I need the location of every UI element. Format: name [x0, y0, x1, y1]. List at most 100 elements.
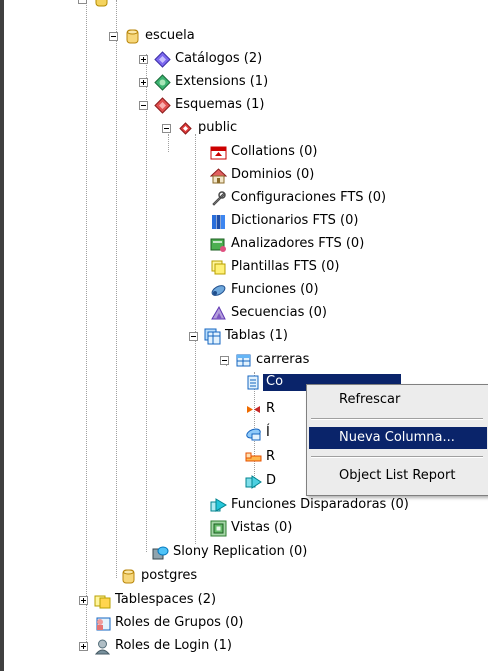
tree-item-label: Funciones (0)	[231, 282, 319, 297]
tree-item-label: Esquemas (1)	[175, 97, 265, 112]
fts-dictionary-icon	[210, 213, 227, 230]
tree-item-label: Co	[266, 374, 284, 389]
columns-icon	[245, 374, 262, 391]
fts-template-icon	[210, 259, 227, 276]
tree-item-vistas[interactable]: Vistas (0)	[210, 517, 292, 539]
tree-item-public[interactable]: public	[162, 117, 237, 139]
tree-item-analizadores-fts[interactable]: Analizadores FTS (0)	[210, 233, 364, 255]
tree-item-label: D	[266, 473, 277, 488]
database-icon	[120, 568, 137, 585]
tree-item-dominios[interactable]: Dominios (0)	[210, 164, 314, 186]
tree-item-restricciones[interactable]: R	[245, 446, 275, 468]
tree-item-label: carreras	[256, 352, 310, 367]
fts-config-icon	[210, 190, 227, 207]
collation-icon	[210, 144, 227, 161]
tree-item-label: postgres	[141, 568, 198, 583]
tree-item-label: Analizadores FTS (0)	[231, 236, 365, 251]
collapse-toggle[interactable]	[78, 0, 87, 4]
collapse-toggle[interactable]	[162, 123, 171, 133]
sequence-icon	[210, 305, 227, 322]
indexes-icon	[245, 425, 262, 442]
menu-item-label: Object List Report	[339, 468, 456, 483]
collapse-toggle[interactable]	[109, 31, 118, 41]
menu-item-nueva-columna[interactable]: Nueva Columna...	[309, 427, 487, 449]
function-icon	[210, 282, 227, 299]
triggers-icon	[245, 473, 262, 490]
tree-item-label: Tablespaces (2)	[115, 592, 217, 607]
tree-item-plantillas-fts[interactable]: Plantillas FTS (0)	[210, 256, 339, 278]
tree-item-label: R	[266, 401, 276, 416]
tree-item-roles-login[interactable]: Roles de Login (1)	[79, 635, 232, 657]
tree-line	[116, 0, 117, 578]
tree-item-label: Vistas (0)	[231, 520, 293, 535]
tree-item-label: Roles de Login (1)	[115, 638, 232, 653]
tree-item-esquemas[interactable]: Esquemas (1)	[139, 94, 264, 116]
collapse-toggle[interactable]	[189, 331, 198, 341]
tables-icon	[204, 328, 221, 345]
tree-item-label: escuela	[145, 28, 195, 43]
view-icon	[210, 520, 227, 537]
collapse-toggle[interactable]	[220, 355, 229, 365]
tree-item-label: Slony Replication (0)	[173, 544, 308, 559]
tree-item-escuela[interactable]: escuela	[109, 25, 195, 47]
panel-border	[0, 0, 4, 671]
tree-item-label: public	[198, 120, 238, 135]
menu-item-label: Nueva Columna...	[339, 430, 455, 445]
catalog-icon	[154, 50, 171, 68]
tree-item-label: Funciones Disparadoras (0)	[231, 497, 409, 512]
tree-item-label: Í	[266, 425, 270, 440]
tree-item-label: Catálogos (2)	[175, 51, 263, 66]
tree-line	[86, 0, 87, 650]
expand-toggle[interactable]	[139, 77, 148, 87]
database-icon	[93, 0, 110, 8]
rules-icon	[245, 401, 262, 418]
tree-item-dictionarios-fts[interactable]: Dictionarios FTS (0)	[210, 210, 358, 232]
tree-item-collations[interactable]: Collations (0)	[210, 141, 317, 163]
tree-item-reglas[interactable]: R	[245, 398, 275, 420]
tree-item-label: Dictionarios FTS (0)	[231, 213, 359, 228]
fts-parser-icon	[210, 236, 227, 253]
schemas-icon	[154, 96, 171, 114]
login-roles-icon	[94, 638, 111, 655]
database-icon	[124, 28, 141, 45]
tree-item-label: Plantillas FTS (0)	[231, 259, 340, 274]
tree-item-carreras[interactable]: carreras	[220, 349, 309, 371]
tree-item-label: Roles de Grupos (0)	[115, 615, 244, 630]
tree-item-config-fts[interactable]: Configuraciones FTS (0)	[210, 187, 386, 209]
tree-item-label: Tablas (1)	[225, 328, 288, 343]
expand-toggle[interactable]	[139, 54, 148, 64]
tree-item-columnas[interactable]: Co	[245, 371, 283, 393]
tree-item-disparadores[interactable]: D	[245, 470, 276, 492]
tree-item-slony[interactable]: Slony Replication (0)	[152, 541, 307, 563]
menu-separator	[311, 418, 483, 420]
tree-item-servers[interactable]	[78, 0, 114, 10]
tree-item-secuencias[interactable]: Secuencias (0)	[210, 302, 327, 324]
tree-item-label: R	[266, 449, 276, 464]
tree-item-label: Configuraciones FTS (0)	[231, 190, 387, 205]
expand-toggle[interactable]	[79, 595, 88, 605]
expand-toggle[interactable]	[79, 641, 88, 651]
extension-icon	[154, 73, 171, 91]
tree-item-indices[interactable]: Í	[245, 422, 270, 444]
tree-item-tablas[interactable]: Tablas (1)	[189, 325, 288, 347]
context-menu: Refrescar Nueva Columna... Object List R…	[306, 384, 488, 496]
table-icon	[235, 352, 252, 369]
tree-item-extensions[interactable]: Extensions (1)	[139, 71, 268, 93]
tree-item-roles-grupos[interactable]: Roles de Grupos (0)	[94, 612, 243, 634]
tree-item-label: Extensions (1)	[175, 74, 269, 89]
tree-item-funciones-disparadoras[interactable]: Funciones Disparadoras (0)	[210, 494, 409, 516]
menu-separator	[311, 456, 483, 458]
constraints-icon	[245, 449, 262, 466]
trigger-function-icon	[210, 497, 227, 514]
tree-item-label: Secuencias (0)	[231, 305, 327, 320]
tree-item-label: Collations (0)	[231, 144, 318, 159]
menu-item-object-list-report[interactable]: Object List Report	[309, 465, 487, 487]
tree-item-funciones[interactable]: Funciones (0)	[210, 279, 319, 301]
collapse-toggle[interactable]	[139, 100, 148, 110]
tree-item-catalogos[interactable]: Catálogos (2)	[139, 48, 262, 70]
tree-item-tablespaces[interactable]: Tablespaces (2)	[79, 589, 216, 611]
schema-icon	[177, 120, 194, 137]
menu-item-label: Refrescar	[339, 392, 401, 407]
tree-item-postgres[interactable]: postgres	[120, 565, 197, 587]
menu-item-refrescar[interactable]: Refrescar	[309, 389, 487, 411]
